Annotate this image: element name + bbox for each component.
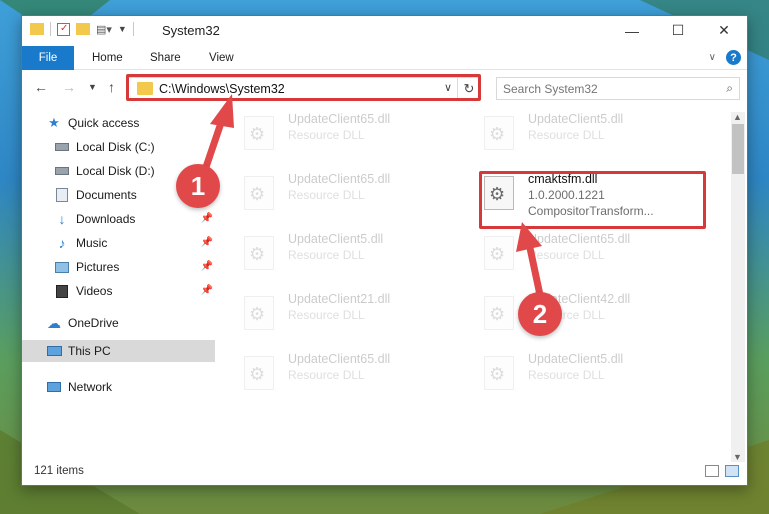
annotation-arrows <box>201 94 544 299</box>
arrow-1-head <box>210 94 234 128</box>
annotation-badge-1: 1 <box>176 164 220 208</box>
arrow-2-shaft <box>526 244 544 299</box>
annotation-badge-2: 2 <box>518 292 562 336</box>
arrow-1-shaft <box>201 116 226 174</box>
arrow-2-head <box>516 222 542 252</box>
